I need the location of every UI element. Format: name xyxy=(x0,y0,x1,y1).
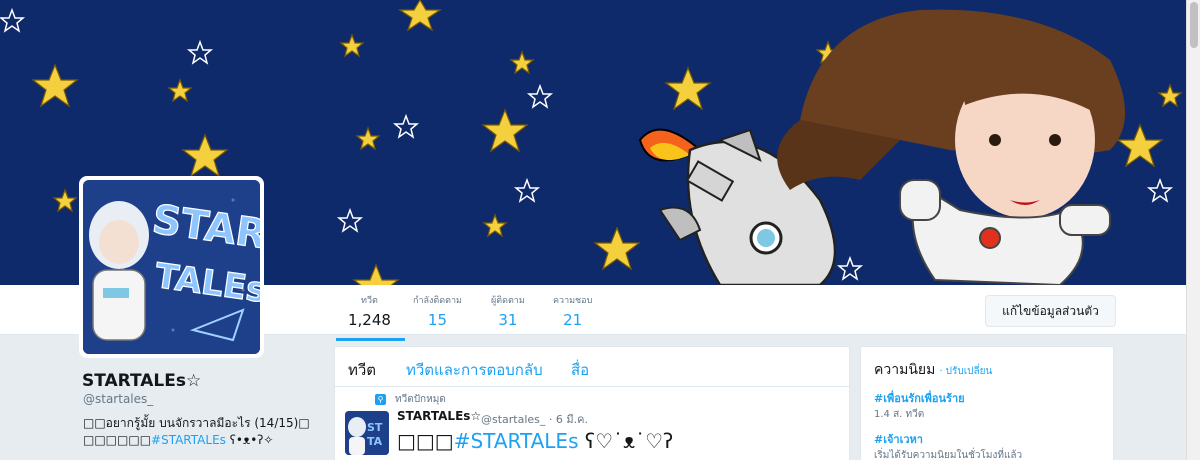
svg-text:ST: ST xyxy=(367,421,383,434)
profile-handle[interactable]: @startales_ xyxy=(83,392,153,406)
profile-name[interactable]: STARTALEs☆ xyxy=(82,371,201,391)
stat-followers[interactable]: ผู้ติดตาม 31 xyxy=(491,293,525,329)
tweet-text-part: ʕ♡˙ᴥ˙♡ʔ xyxy=(578,429,674,453)
tweet-avatar[interactable]: ST TA xyxy=(345,411,389,455)
trends-title: ความนิยม xyxy=(874,362,936,378)
tweet-hashtag-link[interactable]: #STARTALEs xyxy=(454,429,579,453)
star xyxy=(482,213,508,238)
stat-value: 15 xyxy=(427,311,448,329)
trends-panel: ความนิยม · ปรับเปลี่ยน #เพื่อนรักเพื่อนร้… xyxy=(860,346,1114,460)
star xyxy=(52,188,78,213)
star-outline xyxy=(0,7,26,33)
tweet-text: □□□#STARTALEs ʕ♡˙ᴥ˙♡ʔ xyxy=(397,429,673,454)
pinned-label: ทวีตปักหมุด xyxy=(395,394,446,405)
star-outline xyxy=(336,207,364,233)
tweet-handle[interactable]: @startales_ xyxy=(481,413,545,426)
trends-change-link[interactable]: · ปรับเปลี่ยน xyxy=(939,366,992,377)
star-outline xyxy=(836,255,864,281)
trend-meta: 1.4 ส. ทวีต xyxy=(874,409,925,420)
bio-text: □□□□□□ xyxy=(83,433,152,447)
star xyxy=(481,108,529,153)
profile-bio-line: □□□□□□#STARTALEs ʕ•ᴥ•ʔ✧ xyxy=(83,433,273,447)
tab-tweets[interactable]: ทวีต xyxy=(348,358,376,382)
star xyxy=(339,33,365,58)
star-outline xyxy=(392,113,420,139)
svg-text:TA: TA xyxy=(367,435,383,448)
star xyxy=(593,226,641,271)
stat-label: ผู้ติดตาม xyxy=(491,296,525,306)
tweet-date[interactable]: · 6 มี.ค. xyxy=(549,413,588,426)
star-outline xyxy=(526,83,554,109)
stat-label: กำลังติดตาม xyxy=(413,296,462,306)
star xyxy=(1116,123,1164,168)
avatar-image: STAR TALEs xyxy=(83,180,260,354)
star-outline xyxy=(186,39,214,65)
avatar-art: STAR TALEs xyxy=(83,180,260,354)
star xyxy=(31,63,79,108)
star-outline xyxy=(513,177,541,203)
tab-media[interactable]: สื่อ xyxy=(571,358,589,382)
bio-text: ʕ•ᴥ•ʔ✧ xyxy=(225,433,274,447)
star xyxy=(355,126,381,151)
star xyxy=(167,78,193,103)
stat-label: ความชอบ xyxy=(553,296,593,306)
page-scrollbar[interactable] xyxy=(1186,0,1200,460)
tab-tweets-replies[interactable]: ทวีตและการตอบกลับ xyxy=(406,358,543,382)
trend-name[interactable]: #เจ้าเวหา xyxy=(874,430,1100,448)
pin-icon: ⚲ xyxy=(375,394,386,405)
star xyxy=(509,50,535,75)
trend-meta: เริ่มได้รับความนิยมในชั่วโมงที่แล้ว xyxy=(874,450,1023,460)
stat-value: 21 xyxy=(563,311,583,329)
star xyxy=(398,0,442,32)
stat-label: ทวีต xyxy=(361,296,378,306)
star xyxy=(181,133,229,178)
stat-following[interactable]: กำลังติดตาม 15 xyxy=(413,293,462,329)
timeline: ทวีต ทวีตและการตอบกลับ สื่อ ⚲ ทวีตปักหมุ… xyxy=(334,346,850,460)
scrollbar-thumb[interactable] xyxy=(1190,2,1198,48)
stat-likes[interactable]: ความชอบ 21 xyxy=(553,293,592,329)
trends-header: ความนิยม · ปรับเปลี่ยน xyxy=(874,359,1100,381)
tweet-avatar-art: ST TA xyxy=(345,411,389,455)
stat-value: 1,248 xyxy=(348,311,391,329)
star xyxy=(352,263,400,285)
edit-profile-button[interactable]: แก้ไขข้อมูลส่วนตัว xyxy=(985,295,1116,327)
stat-tweets[interactable]: ทวีต 1,248 xyxy=(336,293,405,341)
profile-bio-line: □□อยากรู้มั้ย บนจักรวาลมีอะไร (14/15)□ xyxy=(83,416,310,430)
trend-item[interactable]: #เจ้าเวหา เริ่มได้รับความนิยมในชั่วโมงที… xyxy=(874,430,1100,460)
star xyxy=(1157,83,1183,108)
timeline-tabs: ทวีต ทวีตและการตอบกลับ สื่อ xyxy=(335,347,849,387)
tweet-meta: @startales_ · 6 มี.ค. xyxy=(481,410,588,428)
avatar[interactable]: STAR TALEs xyxy=(79,176,264,358)
tweet-text-part: □□□ xyxy=(397,429,454,453)
trend-name[interactable]: #เพื่อนรักเพื่อนร้าย xyxy=(874,389,1100,407)
trend-item[interactable]: #เพื่อนรักเพื่อนร้าย 1.4 ส. ทวีต xyxy=(874,389,1100,422)
stat-value: 31 xyxy=(498,311,518,329)
star xyxy=(664,66,712,111)
tweet-author-name[interactable]: STARTALEs☆ xyxy=(397,409,481,423)
bio-hashtag-link[interactable]: #STARTALEs xyxy=(151,433,226,447)
star-outline xyxy=(1146,177,1174,203)
